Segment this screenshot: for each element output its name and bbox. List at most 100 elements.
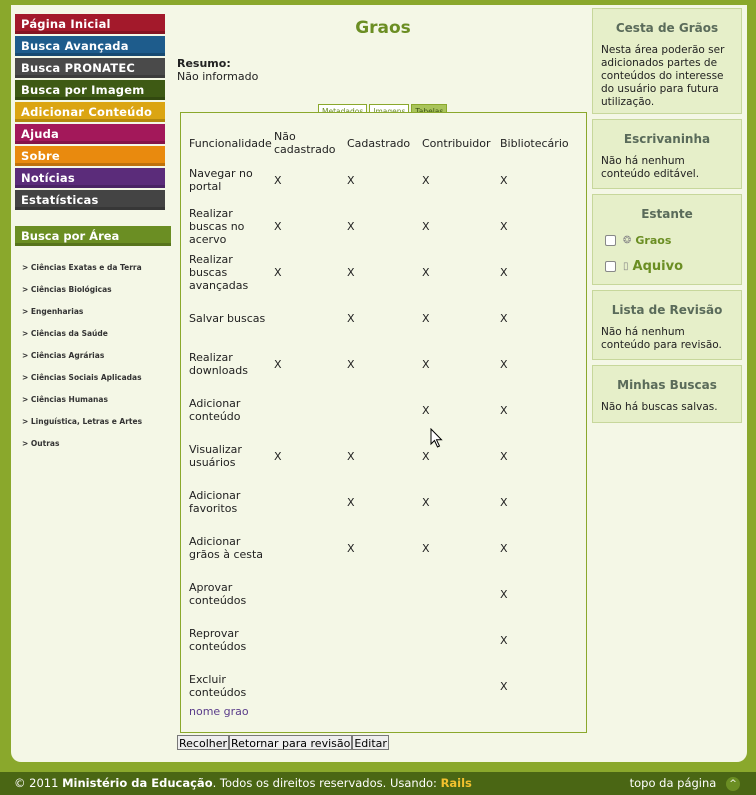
feature-cell: Realizar buscas avançadas [189,252,249,292]
header-bibliotecario: Bibliotecário [500,136,569,150]
permission-cell [347,571,422,617]
revisao-text: Não há nenhum conteúdo para revisão. [601,326,722,351]
permission-cell: X [500,587,508,601]
buscas-text: Não há buscas salvas. [601,401,718,413]
permission-cell: X [500,311,508,325]
feature-cell: Realizar downloads [189,351,248,377]
escrivaninha-box: Escrivaninha Não há nenhum conteúdo edit… [592,119,742,189]
feature-cell: Excluir conteúdos [189,673,247,699]
nav-item[interactable]: Busca Avançada [15,36,165,56]
revisao-box: Lista de Revisão Não há nenhum conteúdo … [592,290,742,360]
area-link[interactable]: > Ciências Sociais Aplicadas [22,373,172,395]
permission-cell: X [500,633,508,647]
page-title: Graos [355,18,411,38]
feature-cell: Navegar no portal [189,167,253,193]
permission-cell: X [500,449,508,463]
estante-checkbox[interactable] [605,234,616,246]
permission-cell: X [500,679,508,693]
footer-rails-link[interactable]: Rails [441,776,472,790]
graos-icon: ❂ [623,234,632,246]
estante-checkbox[interactable] [605,260,616,272]
area-link[interactable]: > Linguística, Letras e Artes [22,417,172,439]
permission-cell: X [347,449,355,463]
permission-cell: X [347,541,355,555]
permission-cell [274,387,347,433]
footer: © 2011 Ministério da Educação. Todos os … [0,772,756,795]
recolher-button[interactable]: Recolher [177,735,230,750]
permission-cell: X [422,357,430,371]
top-of-page-link[interactable]: topo da página ^ [630,772,740,795]
permission-cell [274,571,347,617]
feature-cell: Adicionar favoritos [189,489,241,515]
resumo-value: Não informado [177,70,259,83]
permission-cell: X [500,219,508,233]
permission-cell [274,663,347,709]
nav-item[interactable]: Estatísticas [15,190,165,210]
estante-link-aquivo[interactable]: Aquivo [633,259,683,274]
permission-cell: X [274,173,282,187]
area-link[interactable]: > Ciências Biológicas [22,285,172,307]
permission-cell [422,663,500,709]
nav-item[interactable]: Sobre [15,146,165,166]
feature-cell: Adicionar grãos à cesta [189,535,264,561]
permission-cell: X [422,495,430,509]
revisao-title: Lista de Revisão [611,303,723,317]
buscas-box: Minhas Buscas Não há buscas salvas. [592,365,742,423]
top-link-label: topo da página [629,776,717,790]
header-cadastrado: Cadastrado [347,136,411,150]
permission-cell: X [500,495,508,509]
escrivaninha-text: Não há nenhum conteúdo editável. [601,155,700,180]
permission-cell [347,663,422,709]
editar-button[interactable]: Editar [352,735,389,750]
table-row: Adicionar grãos à cesta X X X [189,525,579,571]
nome-grao-link[interactable]: nome grao [189,705,249,718]
main-nav: Página Inicial Busca Avançada Busca PRONAT… [15,14,165,212]
nav-item[interactable]: Busca PRONATEC [15,58,165,78]
permission-cell: X [274,265,282,279]
estante-link-graos[interactable]: Graos [635,234,671,247]
permission-cell: X [500,357,508,371]
mouse-cursor-icon [430,428,443,448]
permission-cell: X [347,265,355,279]
table-row: Realizar buscas no acervo X X X X [189,203,579,249]
permission-cell: X [422,311,430,325]
permission-cell: X [422,219,430,233]
permissions-table: Funcionalidade Não cadastrado Cadastrado… [189,129,579,709]
feature-cell: Adicionar conteúdo [189,397,241,423]
permission-cell: X [422,265,430,279]
buscas-title: Minhas Buscas [617,378,717,392]
nav-item[interactable]: Ajuda [15,124,165,144]
permission-cell: X [274,219,282,233]
nav-item[interactable]: Página Inicial [15,14,165,34]
permission-cell [422,571,500,617]
table-row: Salvar buscas X X X [189,295,579,341]
area-link[interactable]: > Ciências Agrárias [22,351,172,373]
retornar-revisao-button[interactable]: Retornar para revisão [229,735,353,750]
nav-item[interactable]: Adicionar Conteúdo [15,102,165,122]
table-header-row: Funcionalidade Não cadastrado Cadastrado… [189,129,579,157]
table-row: Realizar downloads X X X X [189,341,579,387]
area-link[interactable]: > Ciências Humanas [22,395,172,417]
area-list: > Ciências Exatas e da Terra > Ciências B… [22,263,172,461]
footer-org-link[interactable]: Ministério da Educação [62,776,213,790]
content-panel: Funcionalidade Não cadastrado Cadastrado… [180,112,587,733]
footer-copyright: © 2011 Ministério da Educação. Todos os … [14,772,472,795]
action-buttons: Recolher Retornar para revisão Editar [177,735,389,750]
area-link[interactable]: > Ciências da Saúde [22,329,172,351]
escrivaninha-title: Escrivaninha [623,132,711,146]
area-link[interactable]: > Ciências Exatas e da Terra [22,263,172,285]
area-header: Busca por Área [15,226,171,246]
estante-item: ▯ Aquivo [593,253,741,279]
cesta-title: Cesta de Grãos [615,21,719,35]
area-link[interactable]: > Engenharias [22,307,172,329]
header-contribuidor: Contribuidor [422,136,491,150]
table-row: Navegar no portal X X X X [189,157,579,203]
permission-cell [347,617,422,663]
nav-item[interactable]: Busca por Imagem [15,80,165,100]
cesta-text: Nesta área poderão ser adicionados parte… [601,44,725,108]
permission-cell: X [347,495,355,509]
area-link[interactable]: > Outras [22,439,172,461]
permission-cell: X [500,403,508,417]
chevron-up-icon: ^ [726,776,740,791]
nav-item[interactable]: Notícias [15,168,165,188]
